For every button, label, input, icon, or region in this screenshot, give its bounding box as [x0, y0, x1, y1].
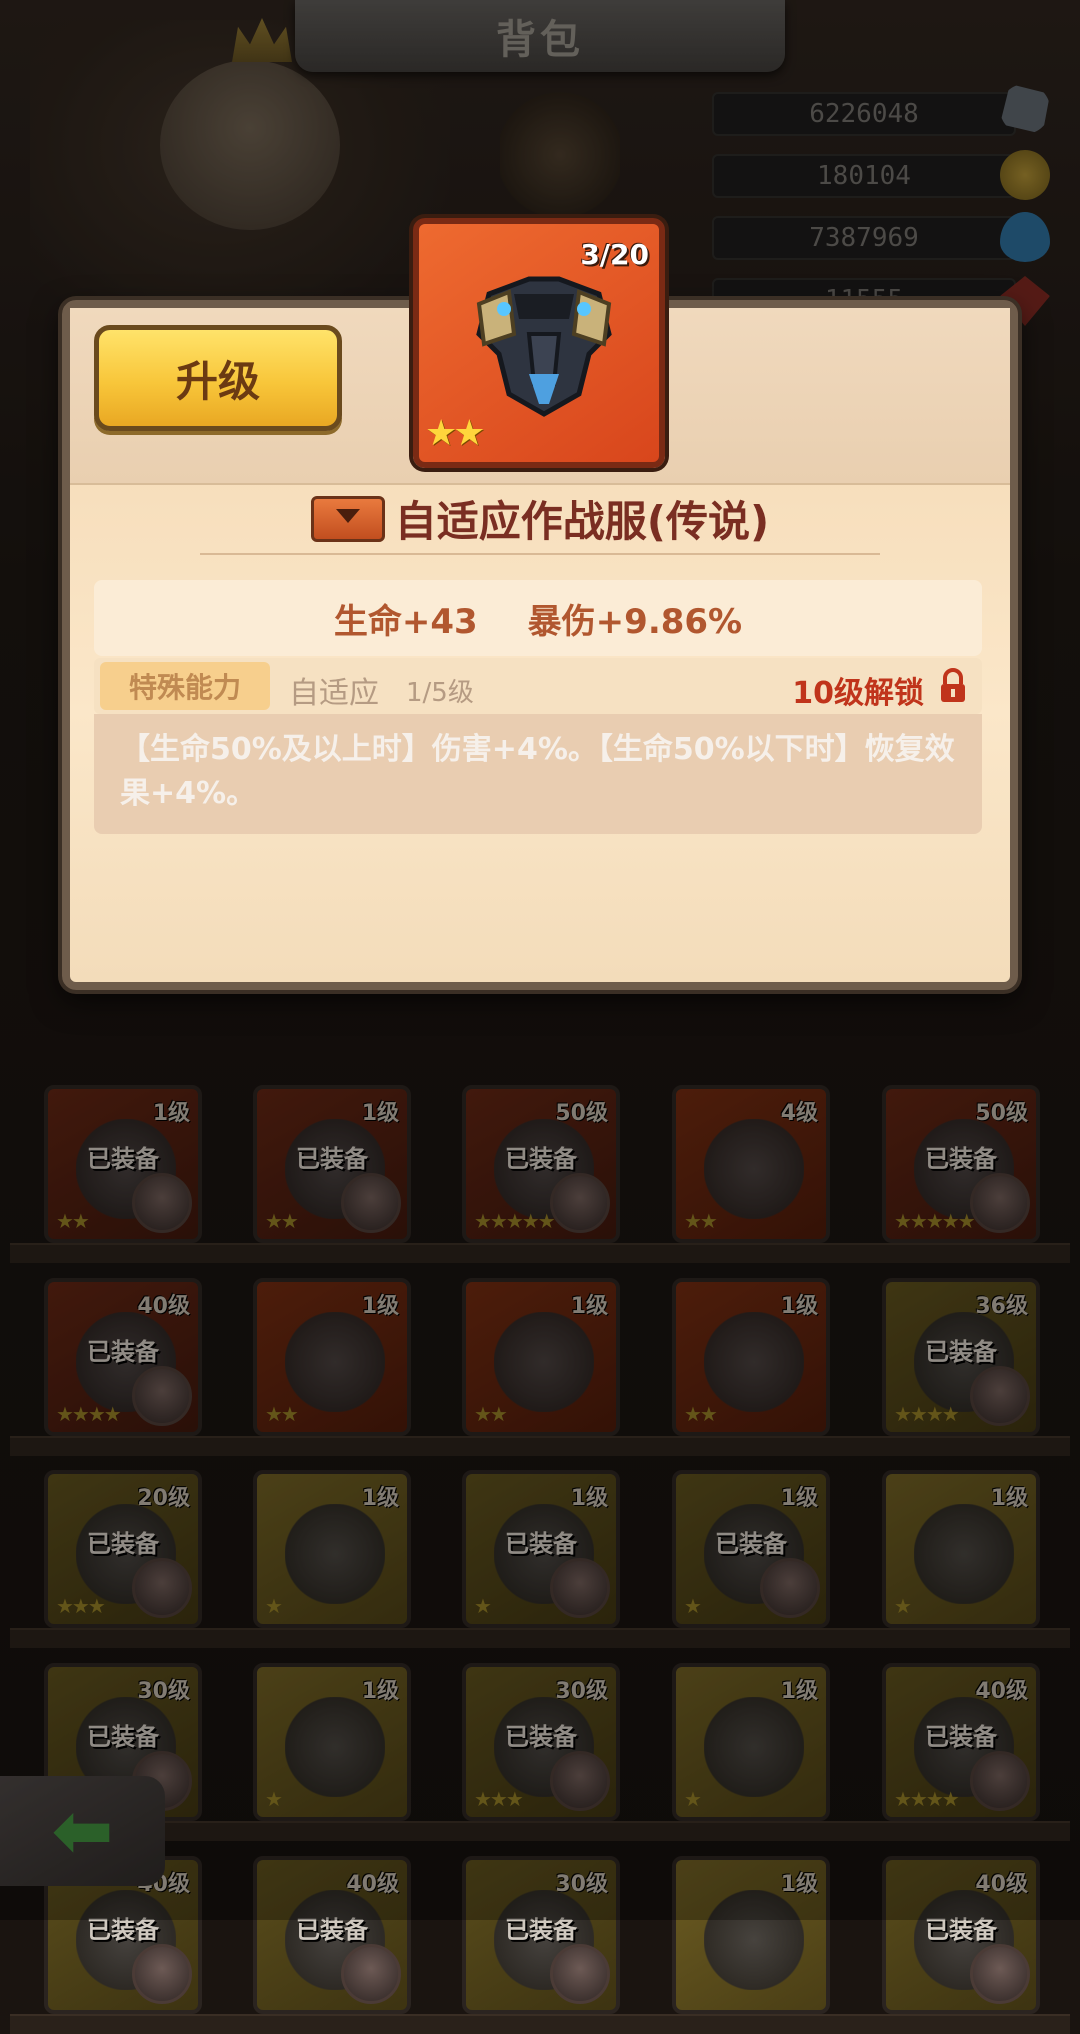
item-card: 3/20 ★★	[413, 218, 665, 468]
hero-avatar	[132, 1944, 192, 2004]
special-ability-row: 特殊能力 自适应 1/5级 10级解锁	[94, 658, 982, 714]
lock-icon	[941, 668, 965, 702]
unlock-text: 10级解锁	[792, 676, 924, 711]
armor-slot-icon	[310, 495, 385, 542]
stat-hp: 生命+43	[333, 601, 478, 642]
item-name-row: 自适应作战服(传说)	[0, 488, 1080, 549]
ability-level: 1/5级	[406, 678, 474, 708]
name-divider	[200, 553, 880, 555]
stat-crit-damage: 暴伤+9.86%	[527, 601, 743, 642]
ability-name: 自适应	[289, 676, 379, 711]
hero-avatar	[970, 1944, 1030, 2004]
item-stats: 生命+43 暴伤+9.86%	[94, 580, 982, 656]
shelf-divider	[10, 2014, 1070, 2034]
ability-description: 【生命50%及以上时】伤害+4%。【生命50%以下时】恢复效果+4%。	[94, 714, 982, 834]
item-stars: ★★	[425, 413, 486, 454]
armor-icon	[476, 276, 612, 417]
special-ability-tag: 特殊能力	[100, 662, 270, 710]
upgrade-button-label: 升级	[175, 356, 260, 406]
item-name: 自适应作战服(传说)	[394, 497, 770, 546]
hero-avatar	[341, 1944, 401, 2004]
hero-avatar	[550, 1944, 610, 2004]
upgrade-button[interactable]: 升级	[94, 325, 342, 431]
